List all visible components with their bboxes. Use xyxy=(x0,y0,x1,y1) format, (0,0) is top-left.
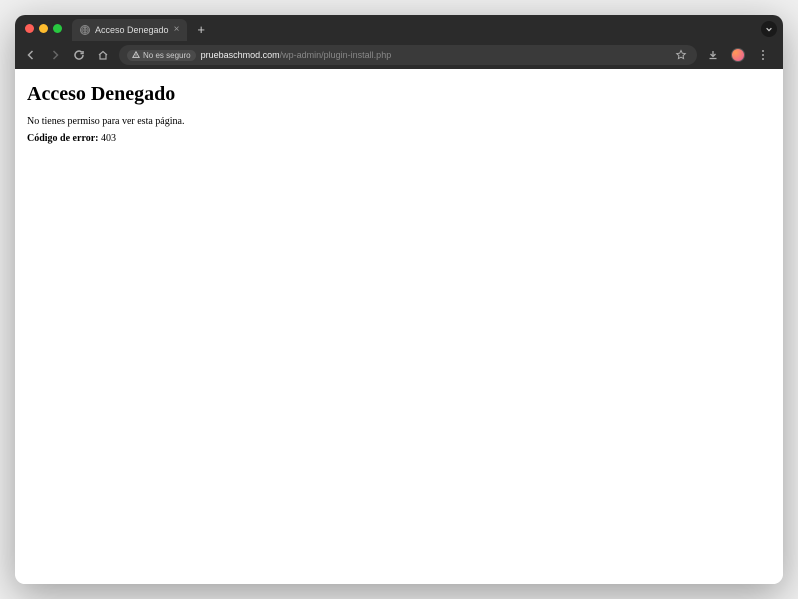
url-domain: pruebaschmod.com xyxy=(201,50,280,60)
menu-button[interactable] xyxy=(755,47,771,63)
security-label: No es seguro xyxy=(143,51,191,60)
toolbar: No es seguro pruebaschmod.com/wp-admin/p… xyxy=(15,41,783,69)
error-line: Código de error: 403 xyxy=(27,133,771,144)
home-button[interactable] xyxy=(95,47,111,63)
browser-chrome: Acceso Denegado × + No es seguro xyxy=(15,15,783,69)
url-text: pruebaschmod.com/wp-admin/plugin-install… xyxy=(201,50,668,60)
reload-button[interactable] xyxy=(71,47,87,63)
globe-icon xyxy=(80,25,90,35)
browser-window: Acceso Denegado × + No es seguro xyxy=(15,15,783,584)
bookmark-button[interactable] xyxy=(673,47,689,63)
close-tab-button[interactable]: × xyxy=(174,25,180,35)
maximize-window-button[interactable] xyxy=(53,24,62,33)
toolbar-right xyxy=(705,47,775,63)
url-path: /wp-admin/plugin-install.php xyxy=(280,50,392,60)
page-content: Acceso Denegado No tienes permiso para v… xyxy=(15,69,783,584)
browser-tab[interactable]: Acceso Denegado × xyxy=(72,19,187,41)
warning-icon xyxy=(132,51,140,59)
window-controls xyxy=(21,24,68,33)
downloads-button[interactable] xyxy=(705,47,721,63)
forward-button[interactable] xyxy=(47,47,63,63)
address-bar[interactable]: No es seguro pruebaschmod.com/wp-admin/p… xyxy=(119,45,697,65)
close-window-button[interactable] xyxy=(25,24,34,33)
kebab-icon xyxy=(762,50,764,60)
tab-strip: Acceso Denegado × + xyxy=(15,15,783,41)
tab-title: Acceso Denegado xyxy=(95,25,169,35)
page-message: No tienes permiso para ver esta página. xyxy=(27,116,771,127)
minimize-window-button[interactable] xyxy=(39,24,48,33)
page-heading: Acceso Denegado xyxy=(27,83,771,106)
error-code: 403 xyxy=(101,133,116,144)
error-label: Código de error: xyxy=(27,133,98,144)
back-button[interactable] xyxy=(23,47,39,63)
window-dropdown-button[interactable] xyxy=(761,21,777,37)
new-tab-button[interactable]: + xyxy=(191,23,211,36)
security-indicator[interactable]: No es seguro xyxy=(127,50,196,61)
profile-avatar[interactable] xyxy=(731,48,745,62)
